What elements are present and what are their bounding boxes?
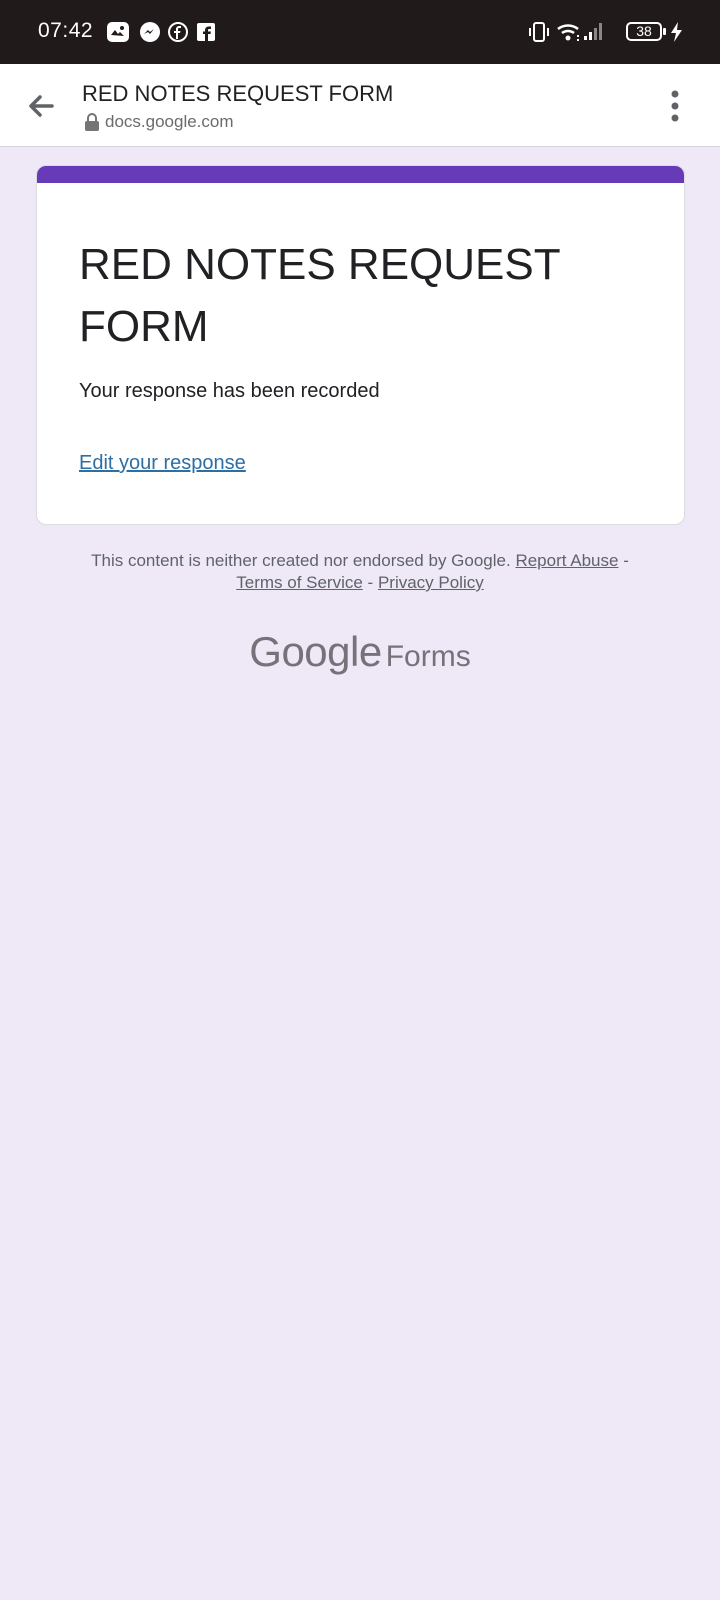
terms-link[interactable]: Terms of Service	[236, 573, 363, 592]
separator: -	[618, 551, 629, 570]
back-arrow-icon	[29, 95, 54, 117]
report-abuse-link[interactable]: Report Abuse	[515, 551, 618, 570]
back-button[interactable]	[22, 86, 62, 126]
messenger-icon	[138, 20, 162, 44]
form-title: RED NOTES REQUEST FORM	[79, 240, 560, 351]
card-accent-bar	[37, 166, 684, 183]
wifi-icon	[556, 20, 584, 49]
disclaimer-text: This content is neither created nor endo…	[91, 551, 511, 570]
privacy-link[interactable]: Privacy Policy	[378, 573, 484, 592]
facebook-square-icon	[194, 20, 218, 44]
page-title: RED NOTES REQUEST FORM	[82, 81, 394, 106]
footer: This content is neither created nor endo…	[40, 550, 680, 594]
battery-icon: 38	[626, 22, 662, 41]
brand-forms: Forms	[385, 640, 471, 673]
signal-icon	[582, 20, 606, 49]
gallery-app-icon	[106, 20, 130, 44]
more-vert-icon	[671, 90, 679, 122]
separator: -	[362, 573, 378, 592]
system-icons	[520, 0, 720, 64]
status-bar: 07:42 38	[0, 0, 720, 64]
google-forms-logo[interactable]: Google Forms	[0, 628, 720, 676]
browser-toolbar: RED NOTES REQUEST FORM docs.google.com	[0, 64, 720, 147]
battery-tip	[663, 28, 666, 35]
lock-icon	[84, 112, 100, 132]
edit-response-link[interactable]: Edit your response	[79, 452, 246, 475]
facebook-icon	[166, 20, 190, 44]
status-time: 07:42	[38, 19, 94, 42]
form-card: RED NOTES REQUEST FORM Your response has…	[36, 165, 685, 525]
overflow-menu-button[interactable]	[660, 88, 690, 126]
vibrate-icon	[528, 20, 550, 49]
url-text: docs.google.com	[105, 112, 234, 131]
confirmation-message: Your response has been recorded	[79, 380, 380, 402]
brand-google: Google	[249, 628, 382, 675]
charging-icon	[670, 22, 684, 47]
